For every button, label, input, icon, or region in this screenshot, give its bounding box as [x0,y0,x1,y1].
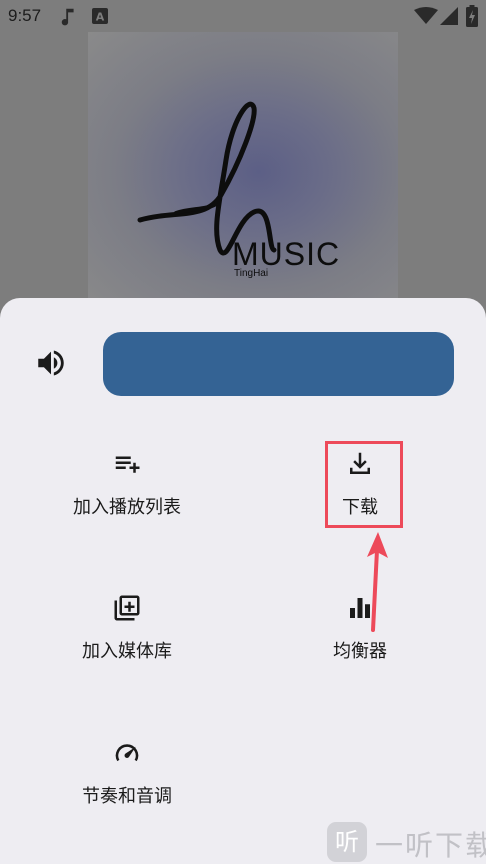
battery-charging-icon [466,5,478,27]
watermark: 听 一听下载 [325,820,486,864]
add-to-playlist-button[interactable]: 加入播放列表 [27,449,227,519]
logo-subtext: TingHai [234,268,269,279]
download-highlight-box [325,441,403,528]
status-time: 9:57 [8,6,42,25]
tempo-pitch-button[interactable]: 节奏和音调 [27,738,227,808]
a-box-icon: A [92,8,108,24]
svg-text:A: A [96,11,105,24]
volume-icon[interactable] [34,346,68,380]
add-to-library-label: 加入媒体库 [82,641,172,662]
status-bar: 9:57 A [0,0,486,34]
watermark-text: 一听下载 [375,829,486,862]
album-art: MUSIC TingHai [88,32,398,312]
add-to-playlist-label: 加入播放列表 [73,497,181,518]
wifi-icon [414,7,438,24]
music-note-icon [61,8,74,26]
volume-slider[interactable] [103,332,454,396]
equalizer-label: 均衡器 [333,641,387,662]
red-arrow-icon [367,532,388,632]
watermark-badge: 听 [327,822,367,862]
playlist-add-icon [115,456,140,473]
speed-icon [115,744,139,762]
tempo-pitch-label: 节奏和音调 [82,786,172,807]
signal-icon [440,7,458,25]
add-to-library-button[interactable]: 加入媒体库 [27,593,227,663]
library-add-icon [114,595,140,621]
